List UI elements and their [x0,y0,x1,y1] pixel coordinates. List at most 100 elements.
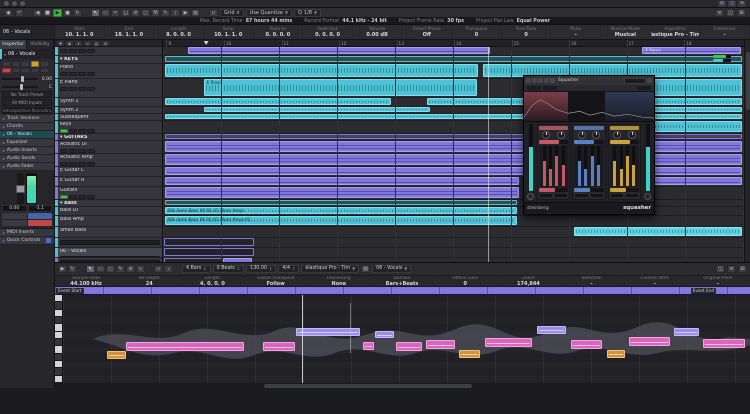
plugin-option-box[interactable] [543,86,557,90]
track-mini-button[interactable] [78,87,86,91]
plugin-titlebar[interactable]: Squasher [524,76,654,85]
track-mini-button[interactable] [60,162,68,166]
range-selection-tool[interactable]: ▭ [101,9,110,17]
inspector-section-quick-controls[interactable]: Quick Controls [0,237,54,245]
track-e-guitar-l[interactable]: E Guitar L [55,167,162,177]
low-band-ratio-knob[interactable] [557,131,565,139]
record-enable-button[interactable] [28,220,53,226]
track-control-button[interactable] [31,61,40,67]
low-band-slider[interactable] [539,140,568,144]
info-field-fade-in[interactable]: Fade-In0. 0. 0. 0 [254,25,304,39]
stepper-arrows-icon[interactable]: ↕ [269,266,272,272]
erase-tool[interactable]: ⊘ [126,265,135,273]
snap-magnet-icon[interactable]: ∪ [209,9,218,17]
info-field-length[interactable]: Length8. 0. 0. 0 [154,25,204,39]
editor-event-ruler[interactable]: Event Start Event End [55,287,750,295]
track-mini-button[interactable] [69,129,77,133]
track-mini-button[interactable] [87,195,95,199]
high-band-mix-slider[interactable] [610,188,639,192]
mute-button[interactable] [2,213,27,219]
track-mini-button[interactable] [78,162,86,166]
glue-tool[interactable]: ⋃ [121,9,130,17]
plugin-menu-icon[interactable] [647,78,652,83]
piano-key[interactable] [55,354,62,361]
mid-band-ratio-knob[interactable] [592,131,600,139]
timeline-ruler[interactable]: 9101112131415161718 [163,40,744,47]
editor-track-select[interactable]: 06 - Vocals▼ [372,265,411,273]
piano-key[interactable] [55,302,62,309]
track-06-vocals[interactable]: 06 - Vocals [55,248,162,258]
track-mini-button[interactable] [87,87,95,91]
track-control-button[interactable] [31,68,40,74]
setup-icon[interactable]: ≡ [715,9,724,17]
inspector-section-audio-inserts[interactable]: Audio Inserts [0,147,54,155]
high-band-slider[interactable] [610,140,639,144]
snap-icon[interactable]: ∪ [154,265,163,273]
clip[interactable] [165,64,479,77]
info-field-snap[interactable]: Snap10. 1. 1. 0 [204,25,254,39]
track-mini-button[interactable] [69,49,77,53]
track-acoustic-di[interactable]: Acoustic DI [55,141,162,154]
piano-key[interactable] [55,317,62,324]
track-mini-button[interactable] [78,129,86,133]
track-mini-button[interactable] [87,72,95,76]
track-bass[interactable]: ▾ Bass [55,200,162,207]
clip[interactable] [165,56,743,62]
plugin-option-box[interactable] [637,86,651,90]
object-selection-tool[interactable]: ↖ [86,265,95,273]
clip[interactable] [165,114,743,119]
low-band-value-box[interactable] [539,193,553,198]
mid-band-mix-slider[interactable] [574,188,603,192]
track-keys[interactable]: Keys [55,121,162,134]
inspector-track-header[interactable]: ▾ 06 - Vocals [0,49,54,59]
chevron-down-icon[interactable]: ▾ [75,41,82,46]
track-mini-button[interactable] [60,49,68,53]
zoom-tool[interactable]: ○ [141,9,150,17]
inspector-section-chords[interactable]: Chords [0,123,54,131]
snap-type-select[interactable]: Grid▼ [220,9,244,17]
zones-icon[interactable]: ◫ [726,9,735,17]
editor-horizontal-scrollbar[interactable] [55,383,750,389]
info-field-musical-mode[interactable]: Musical ModeMusical [601,25,651,39]
clip[interactable] [165,98,392,105]
layout-icon[interactable]: ⊞ [738,1,746,7]
piano-key[interactable] [55,339,62,346]
info-field-end[interactable]: End18. 1. 1. 0 [105,25,155,39]
mid-band-threshold-knob[interactable] [578,131,586,139]
info-field-fine-tune[interactable]: Fine-Tune0 [502,25,552,39]
track-control-button[interactable] [12,68,21,74]
stop-icon[interactable]: ■ [43,9,52,17]
track-row[interactable] [55,238,162,248]
track-bass-amp[interactable]: Bass Amp [55,216,162,227]
track-control-button[interactable] [21,61,30,67]
stepper-arrows-icon[interactable]: ↕ [237,266,240,272]
clip[interactable] [165,134,743,139]
pitch-segment[interactable] [629,337,670,346]
clip[interactable] [165,200,518,205]
editor-info-global-transpose[interactable]: Global TransposeFollow [245,276,308,286]
track-control-button[interactable] [21,68,30,74]
window-icon[interactable]: ⊞ [737,9,746,17]
plugin-activate-icon[interactable] [526,78,531,83]
clip-e-piano[interactable]: E Piano [642,47,741,54]
clip-06k-semi-bass-06-91-01-bass-amp-[interactable]: 06k Semi Bass 06 91 01 (Bass Amp) [165,207,518,214]
track-mini-button[interactable] [60,129,68,133]
inspector-section-audio-fader[interactable]: Audio Fader [0,163,54,171]
high-band-threshold-knob[interactable] [613,131,621,139]
info-field-volume[interactable]: Volume0.00 dB [353,25,403,39]
low-band-threshold-knob[interactable] [542,131,550,139]
piano-key[interactable] [55,368,62,375]
clip[interactable] [204,107,431,112]
low-band-mix-slider[interactable] [539,188,568,192]
track-piano[interactable]: Piano [55,64,162,79]
info-field-start[interactable]: Start10. 1. 1. 0 [55,25,105,39]
track-acoustic-amp[interactable]: Acoustic Amp [55,154,162,167]
editor-info-current-pitch[interactable]: Current Pitch- [624,276,687,286]
scrub-tool[interactable]: ∿ [136,265,145,273]
pitch-segment[interactable] [426,340,455,349]
add-track-icon[interactable]: ✚ [57,41,64,46]
piano-key[interactable] [55,324,62,331]
pitch-segment[interactable] [485,338,532,347]
track-control-button[interactable] [40,61,49,67]
high-band-value-box[interactable] [625,193,639,198]
